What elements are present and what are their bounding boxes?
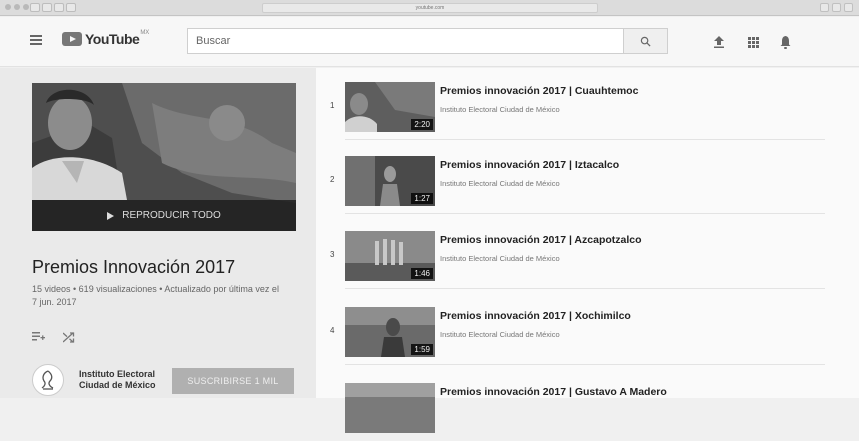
browser-new-tab-button[interactable]	[844, 3, 853, 12]
search-icon	[640, 36, 651, 47]
divider	[345, 288, 825, 289]
video-title[interactable]: Premios innovación 2017 | Xochimilco	[440, 310, 631, 322]
video-channel[interactable]: Instituto Electoral Ciudad de México	[440, 330, 560, 339]
subscribe-label: SUSCRIBIRSE	[187, 376, 252, 386]
search-input[interactable]	[188, 29, 623, 53]
channel-name[interactable]: Instituto Electoral Ciudad de México	[79, 369, 169, 391]
video-duration: 1:59	[411, 344, 433, 355]
playlist-sidebar: REPRODUCIR TODO Premios Innovación 2017 …	[0, 68, 316, 398]
notifications-button[interactable]	[778, 35, 792, 49]
video-thumbnail[interactable]	[345, 383, 435, 433]
apps-button[interactable]	[746, 35, 760, 49]
browser-forward-button[interactable]	[54, 3, 64, 12]
playlist-title: Premios Innovación 2017	[32, 257, 236, 277]
channel-avatar[interactable]	[32, 364, 64, 396]
video-index: 4	[330, 326, 335, 335]
bell-icon	[780, 35, 790, 49]
add-to-queue-icon[interactable]	[32, 332, 45, 343]
subscriber-count: 1 MIL	[254, 376, 279, 386]
browser-tabs-button[interactable]	[832, 3, 841, 12]
video-thumbnail[interactable]: 1:46	[345, 231, 435, 281]
upload-button[interactable]	[712, 35, 726, 49]
minimize-window-dot[interactable]	[14, 4, 20, 10]
browser-back-button[interactable]	[42, 3, 52, 12]
logo-country-code: MX	[140, 30, 150, 36]
browser-download-button[interactable]	[820, 3, 829, 12]
video-index: 3	[330, 250, 335, 259]
browser-sidebar-button[interactable]	[30, 3, 40, 12]
play-icon	[107, 211, 115, 220]
video-list-item[interactable]: 3 1:46 Premios innovación 2017 | Azcapot…	[316, 217, 826, 289]
browser-right-controls	[820, 3, 853, 12]
video-list-item[interactable]: Premios innovación 2017 | Gustavo A Made…	[316, 369, 826, 441]
shuffle-icon[interactable]	[63, 332, 75, 343]
window-controls[interactable]	[5, 4, 29, 10]
browser-share-button[interactable]	[66, 3, 76, 12]
channel-logo-icon	[41, 370, 54, 390]
video-channel[interactable]: Instituto Electoral Ciudad de México	[440, 254, 560, 263]
video-list-item[interactable]: 2 1:27 Premios innovación 2017 | Iztacal…	[316, 142, 826, 214]
upload-icon	[714, 36, 724, 48]
playlist-actions	[32, 332, 75, 343]
playlist-video-list: 1 2:20 Premios innovación 2017 | Cuauhte…	[316, 68, 859, 433]
youtube-logo[interactable]: YouTube MX	[62, 30, 150, 47]
video-index: 1	[330, 101, 335, 110]
play-all-button[interactable]: REPRODUCIR TODO	[32, 200, 296, 231]
video-thumbnail-image	[345, 383, 435, 433]
divider	[345, 139, 825, 140]
playlist-meta: 15 videos • 619 visualizaciones • Actual…	[32, 284, 279, 307]
video-thumbnail[interactable]: 1:27	[345, 156, 435, 206]
address-bar[interactable]: youtube.com	[262, 3, 598, 13]
site-header: YouTube MX	[0, 17, 859, 67]
divider	[345, 213, 825, 214]
video-index: 2	[330, 175, 335, 184]
video-channel[interactable]: Instituto Electoral Ciudad de México	[440, 105, 560, 114]
play-all-label: REPRODUCIR TODO	[122, 210, 221, 221]
video-duration: 1:27	[411, 193, 433, 204]
video-channel[interactable]: Instituto Electoral Ciudad de México	[440, 179, 560, 188]
maximize-window-dot[interactable]	[23, 4, 29, 10]
logo-text: YouTube	[85, 31, 140, 47]
video-title[interactable]: Premios innovación 2017 | Azcapotzalco	[440, 234, 642, 246]
video-thumbnail[interactable]: 1:59	[345, 307, 435, 357]
browser-chrome: youtube.com	[0, 0, 859, 16]
video-list-item[interactable]: 4 1:59 Premios innovación 2017 | Xochimi…	[316, 293, 826, 365]
youtube-play-logo-icon	[62, 32, 82, 46]
video-title[interactable]: Premios innovación 2017 | Iztacalco	[440, 159, 619, 171]
search-box	[187, 28, 624, 54]
close-window-dot[interactable]	[5, 4, 11, 10]
video-duration: 2:20	[411, 119, 433, 130]
video-duration: 1:46	[411, 268, 433, 279]
video-list-item[interactable]: 1 2:20 Premios innovación 2017 | Cuauhte…	[316, 68, 826, 140]
video-title[interactable]: Premios innovación 2017 | Cuauhtemoc	[440, 85, 638, 97]
apps-icon	[747, 36, 759, 48]
divider	[345, 364, 825, 365]
channel-info: Instituto Electoral Ciudad de México SUS…	[32, 362, 294, 402]
search-button[interactable]	[623, 28, 668, 54]
video-thumbnail[interactable]: 2:20	[345, 82, 435, 132]
playlist-thumbnail[interactable]: REPRODUCIR TODO	[32, 83, 296, 231]
subscribe-button[interactable]: SUSCRIBIRSE 1 MIL	[172, 368, 294, 394]
video-title[interactable]: Premios innovación 2017 | Gustavo A Made…	[440, 386, 667, 398]
browser-nav	[30, 3, 76, 12]
menu-icon[interactable]	[30, 35, 42, 45]
